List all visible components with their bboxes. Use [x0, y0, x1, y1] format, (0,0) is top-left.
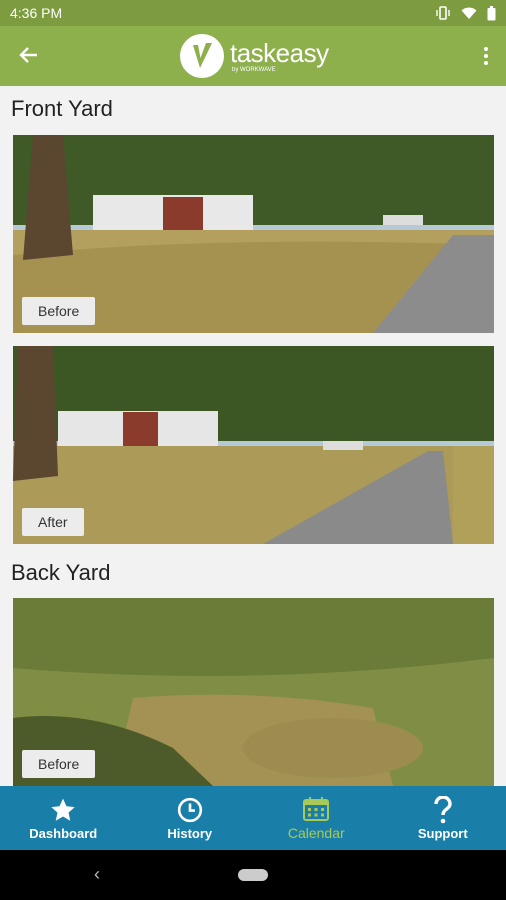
logo-text: taskeasy	[230, 37, 329, 68]
photo-front-yard-after[interactable]: After	[13, 346, 494, 544]
bottom-navigation: Dashboard History Calendar Support	[0, 786, 506, 850]
section-title-back-yard: Back Yard	[11, 560, 111, 585]
nav-item-dashboard[interactable]: Dashboard	[0, 786, 127, 850]
battery-icon	[487, 5, 496, 21]
status-bar: 4:36 PM	[0, 0, 506, 26]
back-button[interactable]	[14, 42, 44, 72]
nav-label-calendar: Calendar	[287, 825, 345, 841]
arrow-left-icon	[19, 45, 39, 70]
nav-label-history: History	[167, 825, 213, 841]
app-bar: taskeasy by WORKWAVE	[0, 26, 506, 86]
system-home-button[interactable]	[238, 869, 268, 881]
clock-icon	[177, 796, 203, 824]
nav-label-dashboard: Dashboard	[29, 825, 98, 841]
more-vert-icon	[484, 47, 488, 51]
photo-front-yard-before[interactable]: Before	[13, 135, 494, 333]
app-logo: taskeasy by WORKWAVE	[180, 34, 329, 78]
nav-item-support[interactable]: Support	[380, 786, 506, 850]
status-icons	[435, 5, 496, 21]
system-back-icon[interactable]: ‹	[94, 864, 100, 885]
nav-label-support: Support	[417, 825, 468, 841]
job-photos-list[interactable]: Front Yard Before After Back Yard Before	[0, 86, 506, 786]
calendar-icon	[302, 795, 330, 823]
status-time: 4:36 PM	[10, 5, 63, 21]
wifi-icon	[461, 6, 477, 20]
section-title-front-yard: Front Yard	[11, 96, 113, 121]
vibrate-icon	[435, 6, 451, 20]
logo-subtext: by WORKWAVE	[232, 66, 276, 73]
photo-label-before: Before	[22, 297, 96, 325]
photo-back-yard-before[interactable]: Before	[13, 598, 494, 786]
photo-label-before: Before	[22, 750, 96, 778]
star-icon	[50, 796, 76, 824]
photo-label-after: After	[22, 508, 84, 536]
nav-item-history[interactable]: History	[127, 786, 254, 850]
overflow-menu-button[interactable]	[474, 40, 498, 72]
checkmark-icon	[180, 34, 224, 78]
system-navigation-bar: ‹	[0, 850, 506, 900]
question-icon	[432, 795, 454, 824]
nav-item-calendar[interactable]: Calendar	[253, 786, 380, 850]
